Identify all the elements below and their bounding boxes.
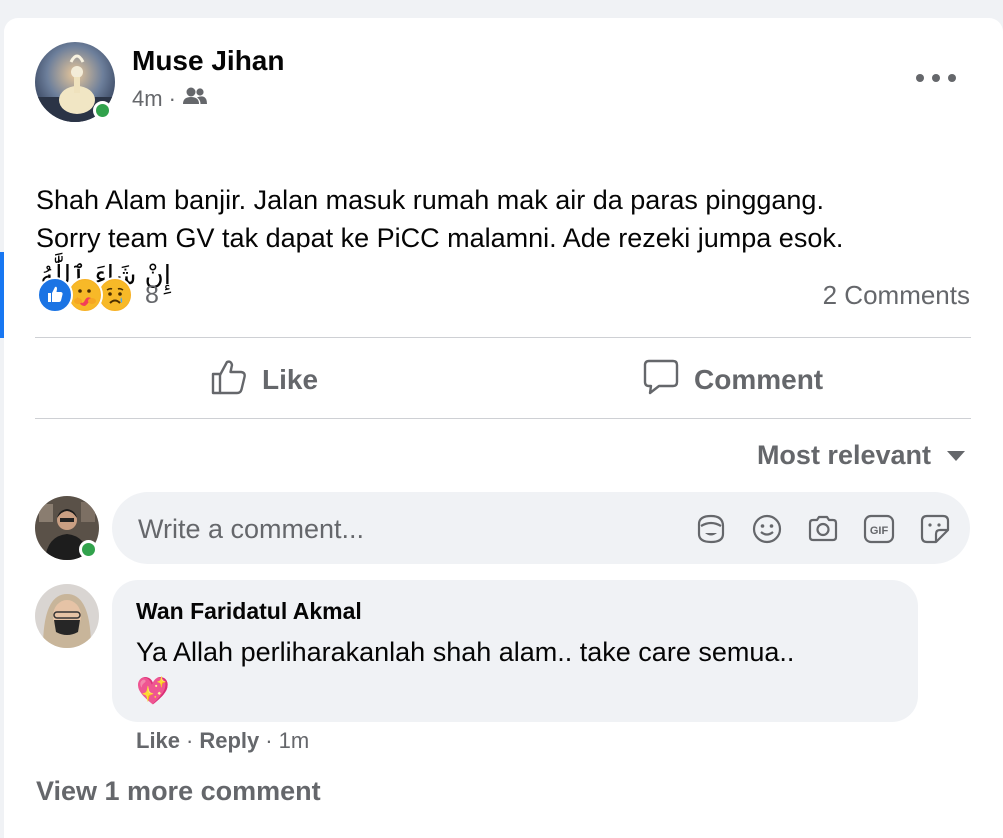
comment-button-label: Comment	[694, 364, 824, 395]
focus-accent-bar	[0, 252, 4, 338]
meta-separator: ·	[168, 86, 176, 111]
post-meta: 4m ·	[132, 86, 208, 112]
more-dot-icon	[932, 74, 940, 82]
comment-reply-link[interactable]: Reply	[199, 728, 259, 754]
online-status-dot	[93, 101, 112, 120]
like-button-label: Like	[262, 364, 319, 395]
gif-icon[interactable]: GIF	[862, 512, 896, 546]
like-reaction-icon	[37, 277, 73, 313]
online-status-dot	[79, 540, 98, 559]
comment-text: Ya Allah perliharakanlah shah alam.. tak…	[136, 637, 795, 667]
comments-count-link[interactable]: 2 Comments	[823, 280, 970, 311]
like-button[interactable]: Like	[210, 358, 318, 402]
caret-down-icon	[947, 450, 965, 461]
reaction-count[interactable]: 8	[145, 281, 159, 310]
sticker-icon[interactable]	[918, 512, 952, 546]
camera-icon[interactable]	[806, 512, 840, 546]
speech-bubble-icon	[642, 358, 680, 403]
actions-separator: ·	[186, 728, 194, 753]
thumbs-up-icon	[210, 358, 248, 403]
sort-label: Most relevant	[756, 440, 931, 470]
avatar-sticker-icon[interactable]	[694, 512, 728, 546]
comment-text-block: Ya Allah perliharakanlah shah alam.. tak…	[136, 632, 794, 712]
comment-sort-dropdown[interactable]: Most relevant	[757, 440, 965, 471]
comment-time[interactable]: 1m	[279, 728, 310, 754]
friends-icon	[182, 86, 208, 112]
svg-text:GIF: GIF	[870, 525, 889, 537]
post-text: Shah Alam banjir. Jalan masuk rumah mak …	[36, 185, 844, 253]
view-more-comments-link[interactable]: View 1 more comment	[36, 776, 321, 807]
commenter-avatar[interactable]	[35, 584, 99, 648]
divider	[35, 418, 971, 419]
comment-composer: GIF	[112, 492, 970, 566]
post-author-name[interactable]: Muse Jihan	[132, 45, 284, 77]
more-options-button[interactable]	[916, 66, 956, 90]
actions-separator: ·	[265, 728, 273, 753]
divider	[35, 337, 971, 338]
comment-button[interactable]: Comment	[642, 358, 823, 402]
more-dot-icon	[916, 74, 924, 82]
sparkling-heart-emoji: 💖	[136, 676, 170, 707]
comment-bubble: Wan Faridatul Akmal Ya Allah perliharaka…	[112, 580, 918, 722]
comment-input[interactable]	[136, 492, 660, 566]
comment-like-link[interactable]: Like	[136, 728, 180, 754]
comment-actions: Like · Reply · 1m	[136, 728, 309, 754]
commenter-name[interactable]: Wan Faridatul Akmal	[136, 598, 362, 625]
reactions-summary[interactable]: 8	[37, 276, 159, 314]
emoji-icon[interactable]	[750, 512, 784, 546]
more-dot-icon	[948, 74, 956, 82]
post-time[interactable]: 4m	[132, 86, 163, 112]
